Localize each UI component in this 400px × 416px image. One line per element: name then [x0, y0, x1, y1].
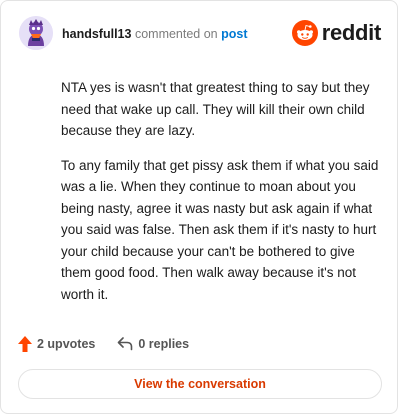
user-avatar[interactable] — [19, 16, 53, 50]
post-link[interactable]: post — [221, 27, 247, 41]
comment-paragraph: To any family that get pissy ask them if… — [61, 157, 379, 302]
comment-byline: handsfull13 commented on post — [62, 27, 248, 41]
embedded-comment-card: handsfull13 commented on post reddit NTA… — [0, 0, 398, 414]
avatar-icon — [19, 16, 53, 50]
reply-arrow-icon — [118, 337, 133, 351]
upvote-arrow-icon — [18, 336, 32, 352]
replies-count: 0 replies — [138, 337, 190, 351]
view-conversation-label: View the conversation — [134, 377, 266, 391]
replies-button[interactable]: 0 replies — [117, 337, 189, 351]
reddit-wordmark: reddit — [321, 20, 382, 45]
comment-body: NTA yes is wasn't that greatest thing to… — [61, 77, 383, 318]
upvotes-button[interactable]: 2 upvotes — [18, 336, 95, 352]
upvotes-count: 2 upvotes — [37, 337, 96, 351]
view-conversation-button[interactable]: View the conversation — [18, 369, 382, 399]
reddit-brand[interactable]: reddit — [291, 20, 382, 46]
commented-on-text: commented on — [134, 27, 218, 41]
comment-header: handsfull13 commented on post reddit — [19, 16, 381, 52]
reddit-logo-icon — [291, 20, 318, 46]
username-link[interactable]: handsfull13 — [62, 27, 131, 41]
comment-actions: 2 upvotes 0 replies — [18, 335, 211, 353]
comment-paragraph: NTA yes is wasn't that greatest thing to… — [61, 80, 370, 138]
